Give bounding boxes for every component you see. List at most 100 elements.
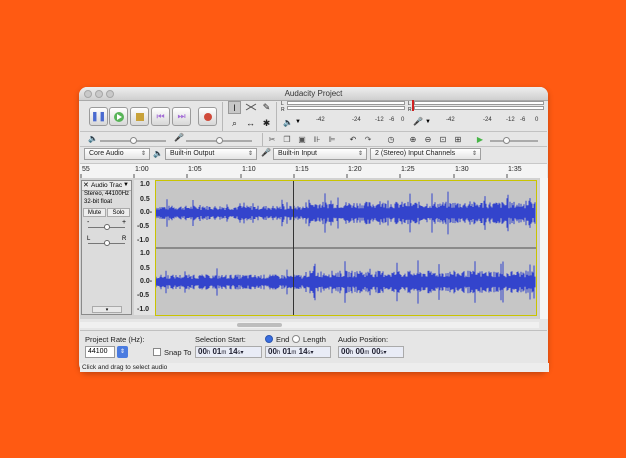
input-channels-select[interactable]: 2 (Stereo) Input Channels ⇕ [370, 148, 481, 160]
ruler-tick-label: 1:30 [455, 166, 469, 173]
y-axis-label: 0.5 [140, 196, 150, 203]
stop-button[interactable] [130, 107, 149, 126]
ruler-tick-label: 1:00 [135, 166, 149, 173]
skip-to-end-button[interactable]: ⏭ [172, 107, 191, 126]
output-device-select[interactable]: Built-in Output ⇕ [165, 148, 257, 160]
chevron-down-icon: ▾ [240, 350, 244, 356]
redo-icon[interactable]: ↷ [362, 134, 374, 146]
horizontal-scrollbar[interactable] [80, 322, 539, 328]
speaker-icon: 🔈 [153, 149, 163, 158]
skip-to-start-button[interactable]: ⏮ [151, 107, 170, 126]
rec-meter-lr: LR [281, 101, 285, 113]
pause-button[interactable]: ❚❚ [89, 107, 108, 126]
volume-icon: 🔈 [88, 134, 98, 143]
play-scale-label: -24 [483, 117, 492, 123]
pan-slider-knob[interactable] [104, 240, 110, 246]
record-volume-knob[interactable] [216, 137, 223, 144]
stop-icon [131, 108, 148, 125]
selection-tool[interactable]: I [228, 101, 241, 114]
y-axis-label: -0.5 [137, 223, 150, 230]
fit-project-icon[interactable]: ⊞ [452, 134, 464, 146]
length-radio[interactable] [292, 335, 300, 343]
play-meter-right[interactable] [414, 106, 544, 110]
timeshift-tool[interactable]: ↔ [244, 117, 257, 130]
selection-start-label: Selection Start: [195, 335, 246, 344]
toolbar-separator [222, 102, 223, 132]
undo-icon[interactable]: ↶ [347, 134, 359, 146]
draw-tool[interactable]: ✎ [260, 101, 273, 114]
zoom-out-icon[interactable]: ⊖ [422, 134, 434, 146]
audio-host-select[interactable]: Core Audio ⇕ [84, 148, 150, 160]
track-control-panel[interactable]: ✕ Audio Trac ▼ Stereo, 44100Hz 32-bit fl… [81, 180, 132, 315]
track-name[interactable]: Audio Trac [91, 181, 122, 190]
timeline-ruler[interactable]: 55 1:00 1:05 1:10 1:15 1:20 1:25 1:30 1:… [80, 163, 547, 179]
close-track-icon[interactable]: ✕ [83, 181, 89, 190]
project-rate-combo[interactable]: 44100 ⇕ [85, 346, 129, 358]
play-at-speed-icon[interactable]: ▶ [474, 134, 486, 146]
envelope-tool[interactable] [244, 101, 257, 114]
playback-volume-knob[interactable] [130, 137, 137, 144]
rec-meter-left[interactable] [287, 101, 405, 105]
zoom-tool[interactable]: ⌕ [228, 117, 241, 130]
speaker-icon[interactable]: 🔈 [283, 118, 293, 127]
copy-icon[interactable]: ❐ [281, 134, 293, 146]
y-axis-label: -1.0 [137, 237, 150, 244]
end-radio[interactable] [265, 335, 273, 343]
multi-tool[interactable]: ✱ [260, 117, 273, 130]
chevron-down-icon[interactable]: ▼ [295, 119, 301, 125]
play-button[interactable] [109, 107, 128, 126]
selection-start-time[interactable]: 00h 01m 14s▾ [195, 346, 262, 358]
y-axis-label: -1.0 [137, 306, 150, 313]
project-rate-dropdown[interactable]: ⇕ [117, 346, 128, 358]
output-device-value: Built-in Output [170, 150, 215, 157]
fit-selection-icon[interactable]: ⊡ [437, 134, 449, 146]
y-axis-label: -0.5 [137, 292, 150, 299]
ruler-tick-label: 1:15 [295, 166, 309, 173]
toolbar-separator [262, 133, 263, 146]
paste-icon[interactable]: ▣ [296, 134, 308, 146]
chevron-updown-icon: ⇕ [247, 151, 253, 157]
play-speed-track[interactable] [490, 140, 538, 142]
skip-end-icon: ⏭ [177, 111, 186, 121]
waveform-channel [156, 260, 536, 304]
length-radio-label: Length [303, 335, 326, 344]
audio-position-label: Audio Position: [338, 335, 389, 344]
chevron-down-icon: ▾ [310, 350, 314, 356]
mic-level-icon: 🎤 [174, 133, 184, 142]
audio-position-time[interactable]: 00h 00m 00s▾ [338, 346, 404, 358]
snap-to-checkbox[interactable] [153, 348, 161, 356]
zoom-in-icon[interactable]: ⊕ [407, 134, 419, 146]
gain-slider-knob[interactable] [104, 224, 110, 230]
play-speed-knob[interactable] [503, 137, 510, 144]
input-device-select[interactable]: Built-in Input ⇕ [273, 148, 367, 160]
rec-scale-label: -42 [316, 117, 325, 123]
mute-button[interactable]: Mute [83, 208, 106, 217]
microphone-icon[interactable]: 🎤 [413, 117, 423, 126]
waveform-display[interactable] [155, 180, 537, 316]
project-rate-input[interactable]: 44100 [85, 346, 115, 358]
selection-end-time[interactable]: 00h 01m 14s▾ [265, 346, 331, 358]
vertical-scrollbar[interactable] [539, 178, 548, 319]
chevron-updown-icon: ⇕ [471, 151, 477, 157]
pan-right-label: R [122, 236, 127, 242]
rec-meter-right[interactable] [287, 106, 405, 110]
solo-button[interactable]: Solo [107, 208, 130, 217]
title-bar[interactable]: Audacity Project [79, 87, 548, 101]
trim-icon[interactable]: ⊪ [311, 134, 323, 146]
chevron-down-icon[interactable]: ▼ [425, 119, 431, 125]
ruler-tick-label: 1:35 [508, 166, 522, 173]
track-menu-chevron-icon[interactable]: ▼ [123, 181, 129, 190]
collapse-track-button[interactable]: ▾ [92, 306, 122, 313]
horizontal-scroll-thumb[interactable] [237, 323, 282, 327]
y-axis-label: 0.0- [140, 278, 153, 285]
cut-icon[interactable]: ✂ [266, 134, 278, 146]
waveform-channel [156, 191, 536, 235]
record-button[interactable] [198, 107, 217, 126]
play-scale-label: -6 [520, 117, 526, 123]
track-header[interactable]: ✕ Audio Trac ▼ [82, 181, 131, 191]
silence-icon[interactable]: ⊫ [326, 134, 338, 146]
sync-lock-icon[interactable]: ◷ [385, 134, 397, 146]
rec-scale-label: -6 [389, 117, 395, 123]
play-meter-left[interactable] [414, 101, 544, 105]
y-axis-label: 1.0 [140, 250, 150, 257]
